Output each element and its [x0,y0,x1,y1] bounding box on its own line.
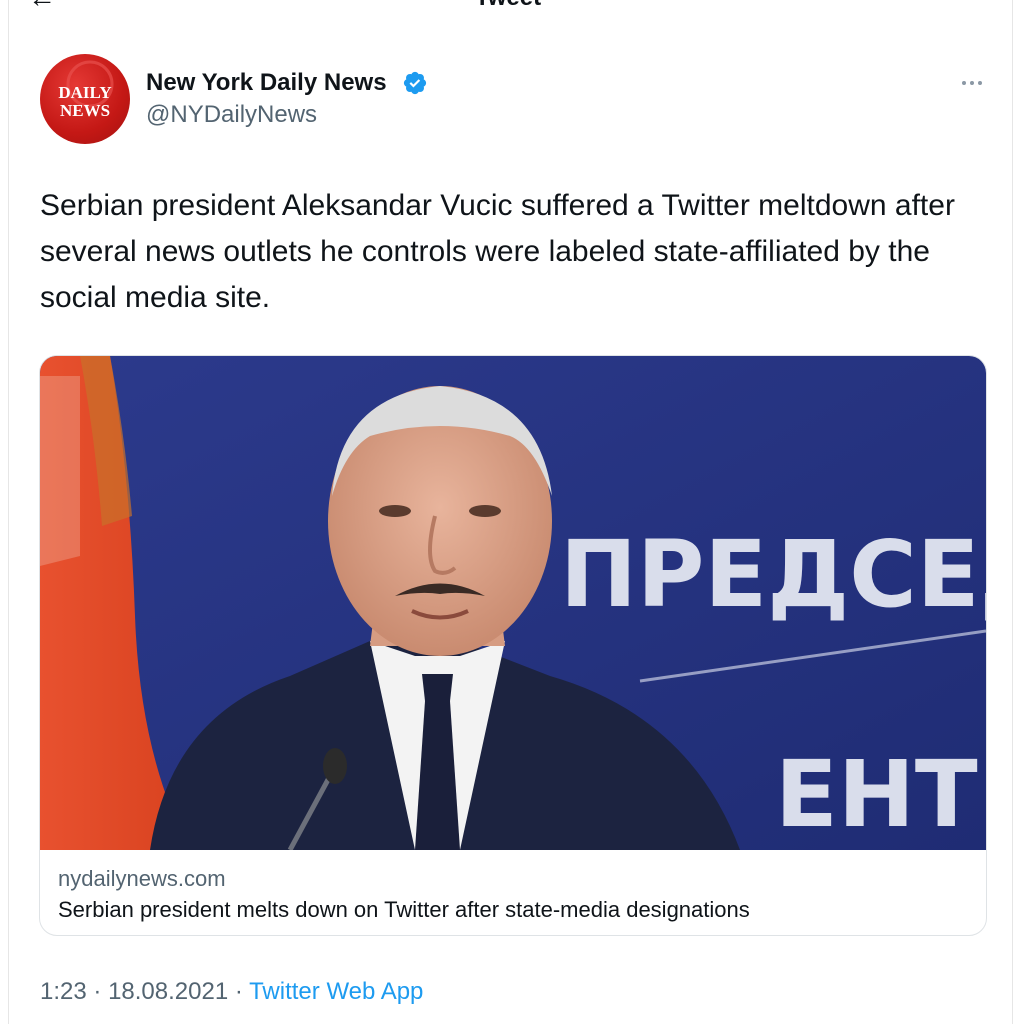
tweet-date[interactable]: 18.08.2021 [108,978,228,1005]
daily-news-logo-icon: DAILY NEWS [58,60,114,120]
author-display-name[interactable]: New York Daily News [146,68,387,98]
tweet-meta: 1:23 · 18.08.2021 · Twitter Web App [40,976,423,1008]
top-bar: ← Tweet [0,0,1016,10]
meta-separator-2: · [234,978,243,1005]
page-title: Tweet [0,0,1016,10]
tweet-time[interactable]: 1:23 [40,978,87,1005]
card-image: ПРЕДСЕД ЕНТ [40,356,986,850]
svg-text:DAILY: DAILY [58,83,111,102]
tweet-text: Serbian president Aleksandar Vucic suffe… [40,189,955,314]
backdrop-text-2: ЕНТ [775,741,978,848]
meta-separator: · [93,978,102,1005]
tweet-source-link[interactable]: Twitter Web App [249,978,423,1005]
verified-badge-icon [403,71,427,95]
link-card[interactable]: ПРЕДСЕД ЕНТ nydailynews.com Serbian pres… [39,355,987,936]
card-domain: nydailynews.com [58,866,226,891]
frame-left-border [8,0,9,1024]
more-options-icon[interactable] [954,68,990,98]
author-handle[interactable]: @NYDailyNews [146,100,317,130]
avatar[interactable]: DAILY NEWS [40,54,130,144]
frame-right-border [1012,0,1013,1024]
card-title[interactable]: Serbian president melts down on Twitter … [58,896,750,924]
backdrop-text-1: ПРЕДСЕД [560,521,986,628]
svg-text:NEWS: NEWS [60,101,110,120]
